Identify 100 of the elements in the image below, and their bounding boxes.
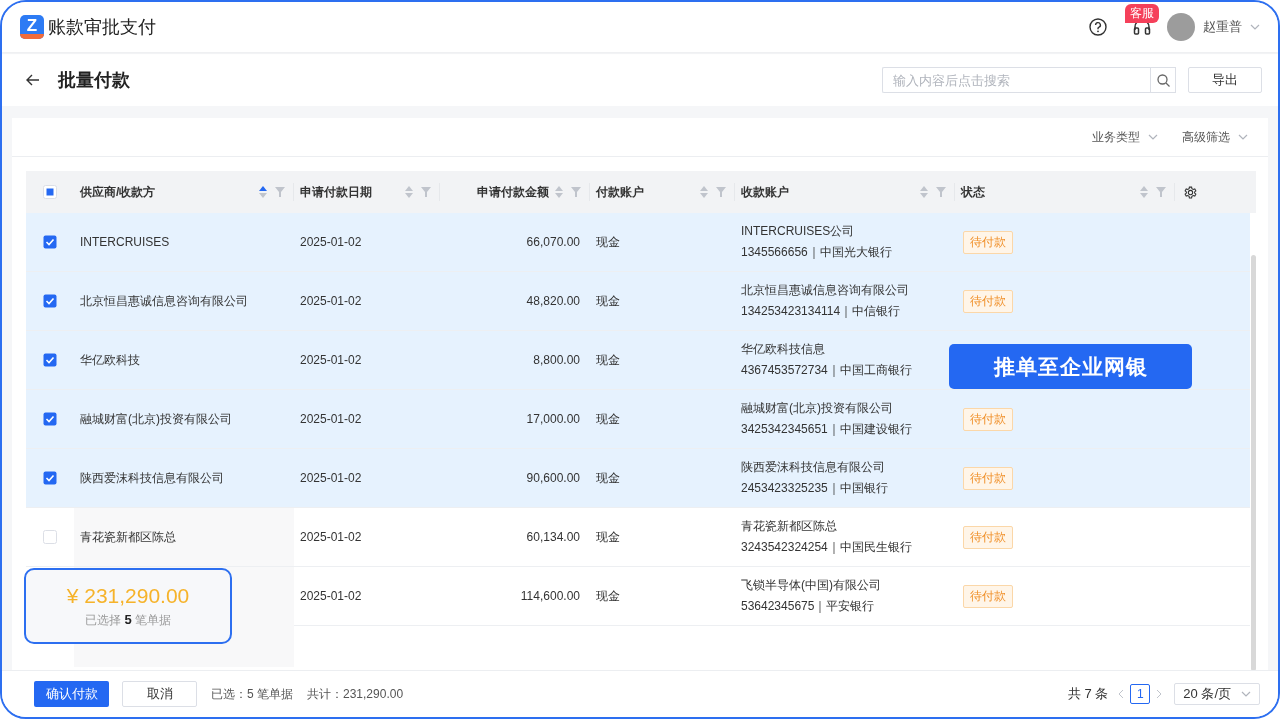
selected-count: 已选：5 笔单据 <box>211 685 293 703</box>
table-row[interactable]: 陕西爱沫科技信息有限公司 2025-01-02 90,600.00 现金 陕西爱沫科技信息有限公司 2453423325235｜中国银行 待付款 <box>26 449 1250 508</box>
table-cell: 2025-01-02 <box>300 353 362 367</box>
back-arrow-icon[interactable] <box>26 74 40 86</box>
user-name[interactable]: 赵重普 <box>1203 18 1242 36</box>
column-header: 状态 <box>961 183 986 201</box>
filter-icon[interactable] <box>936 187 946 197</box>
cancel-button[interactable]: 取消 <box>122 681 197 707</box>
column-header: 收款账户 <box>741 183 790 201</box>
search-field[interactable]: 输入内容后点击搜索 <box>882 67 1150 93</box>
help-icon[interactable] <box>1089 18 1107 36</box>
total-count: 共 7 条 <box>1067 685 1109 703</box>
filter-dropdown[interactable]: 业务类型 <box>1092 128 1140 146</box>
chevron-down-icon <box>1250 24 1260 30</box>
table-cell: 2453423325235｜中国银行 <box>741 480 888 497</box>
filter-icon[interactable] <box>421 187 431 197</box>
app-title: 账款审批支付 <box>48 16 156 39</box>
table-cell: 现金 <box>596 587 620 605</box>
table-cell: 华亿欧科技 <box>80 351 140 369</box>
checkbox[interactable] <box>43 185 57 199</box>
filter-icon[interactable] <box>275 187 285 197</box>
table-row[interactable]: 北京恒昌惠诚信息咨询有限公司 2025-01-02 48,820.00 现金 北京恒昌惠诚信息咨询有限公司 134253423134114｜中信银行 待付款 <box>26 272 1250 331</box>
settings-icon[interactable] <box>1184 185 1197 199</box>
table-cell: 北京恒昌惠诚信息咨询有限公司 <box>80 292 248 310</box>
table-cell: INTERCRUISES <box>80 235 170 249</box>
filter-dropdown[interactable]: 高级筛选 <box>1182 128 1230 146</box>
table-row[interactable]: 融城财富(北京)投资有限公司 2025-01-02 17,000.00 现金 融城财富(北京)投资有限公司 3425342345651｜中国建设银行 待付款 <box>26 390 1250 449</box>
table-cell: 现金 <box>596 292 620 310</box>
page-button[interactable]: 1 <box>1130 684 1151 704</box>
table-cell: 134253423134114｜中信银行 <box>741 303 901 320</box>
table-cell: 现金 <box>596 528 620 546</box>
table-cell: 90,600.00 <box>526 471 580 485</box>
summary-amount: ¥ 231,290.00 <box>66 583 190 608</box>
table-cell: 现金 <box>596 469 620 487</box>
checkbox[interactable] <box>43 294 57 308</box>
column-header: 供应商/收款方 <box>80 183 157 201</box>
table-cell: 2025-01-02 <box>300 530 362 544</box>
table-cell: 陕西爱沫科技信息有限公司 <box>80 469 224 487</box>
page-title: 批量付款 <box>58 69 130 92</box>
status-tag: 待付款 <box>963 289 1013 313</box>
status-tag: 待付款 <box>963 466 1013 490</box>
table-cell: 3243542324254｜中国民生银行 <box>741 539 912 556</box>
chevron-down-icon <box>1238 134 1248 140</box>
column-header: 申请付款金额 <box>476 183 550 201</box>
next-page-icon[interactable] <box>1156 689 1163 699</box>
table-row[interactable]: 青花瓷新都区陈总 2025-01-02 60,134.00 现金 青花瓷新都区陈总 3243542324254｜中国民生银行 待付款 <box>26 508 1250 567</box>
status-tag: 待付款 <box>963 407 1013 431</box>
table-cell: 华亿欧科技信息 <box>741 341 825 358</box>
checkbox[interactable] <box>43 412 57 426</box>
status-tag: 待付款 <box>963 584 1013 608</box>
table-cell: 现金 <box>596 410 620 428</box>
export-button[interactable]: 导出 <box>1188 67 1262 93</box>
table-cell: 青花瓷新都区陈总 <box>741 518 837 535</box>
checkbox[interactable] <box>43 471 57 485</box>
table-cell: 48,820.00 <box>526 294 580 308</box>
table-cell: 17,000.00 <box>526 412 580 426</box>
table-cell: INTERCRUISES公司 <box>741 223 855 240</box>
avatar[interactable] <box>1167 13 1195 41</box>
filter-icon[interactable] <box>571 187 581 197</box>
table-cell: 融城财富(北京)投资有限公司 <box>80 410 232 428</box>
push-to-bank-callout[interactable]: 推单至企业网银 <box>949 344 1192 389</box>
search-button[interactable] <box>1150 67 1176 93</box>
status-tag: 待付款 <box>963 230 1013 254</box>
table-cell: 2025-01-02 <box>300 589 362 603</box>
table-cell: 2025-01-02 <box>300 412 362 426</box>
chevron-down-icon <box>1148 134 1158 140</box>
status-tag: 待付款 <box>963 525 1013 549</box>
table-cell: 现金 <box>596 233 620 251</box>
summary-caption: 已选择 5 笔单据 <box>85 611 171 629</box>
sort-icon[interactable] <box>259 186 267 198</box>
table-cell: 2025-01-02 <box>300 471 362 485</box>
table-cell: 现金 <box>596 351 620 369</box>
confirm-payment-button[interactable]: 确认付款 <box>34 681 109 707</box>
table-cell: 青花瓷新都区陈总 <box>80 528 176 546</box>
chevron-down-icon <box>1241 691 1251 697</box>
table-cell: 53642345675｜平安银行 <box>741 598 875 615</box>
column-header: 付款账户 <box>596 183 645 201</box>
filter-icon[interactable] <box>716 187 726 197</box>
page-size-select[interactable]: 20 条/页 <box>1174 683 1260 705</box>
table-cell: 4367453572734｜中国工商银行 <box>741 362 912 379</box>
table-cell: 2025-01-02 <box>300 235 362 249</box>
table-cell: 2025-01-02 <box>300 294 362 308</box>
search-icon[interactable] <box>1156 73 1170 87</box>
app-logo: Z <box>20 15 44 39</box>
support-badge[interactable]: 客服 <box>1125 4 1159 23</box>
column-header: 申请付款日期 <box>300 183 373 201</box>
checkbox[interactable] <box>43 235 57 249</box>
table-row[interactable]: INTERCRUISES 2025-01-02 66,070.00 现金 INTERCRUISES公司 1345566656｜中国光大银行 待付款 <box>26 213 1250 272</box>
table-cell: 3425342345651｜中国建设银行 <box>741 421 912 438</box>
table-cell: 114,600.00 <box>520 589 580 603</box>
selected-total: 共计：231,290.00 <box>307 685 404 703</box>
filter-icon[interactable] <box>1156 187 1166 197</box>
table-cell: 飞锁半导体(中国)有限公司 <box>741 577 881 594</box>
scrollbar[interactable] <box>1251 255 1256 670</box>
table-cell: 北京恒昌惠诚信息咨询有限公司 <box>741 282 909 299</box>
checkbox[interactable] <box>43 530 57 544</box>
table-cell: 融城财富(北京)投资有限公司 <box>741 400 893 417</box>
checkbox[interactable] <box>43 353 57 367</box>
table-cell: 1345566656｜中国光大银行 <box>741 244 892 261</box>
prev-page-icon[interactable] <box>1118 689 1125 699</box>
